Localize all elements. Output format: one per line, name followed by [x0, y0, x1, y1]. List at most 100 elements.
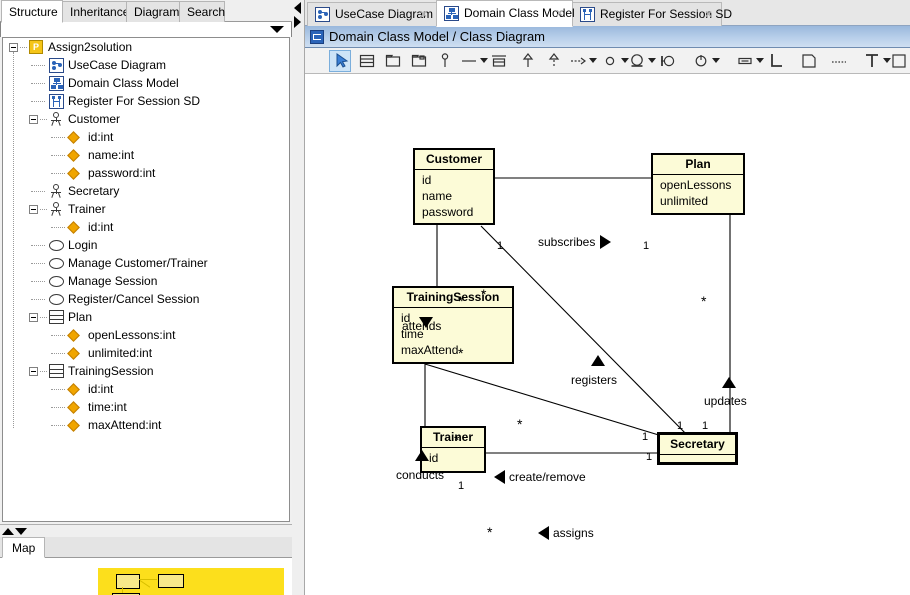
tree-expander-collapse-icon[interactable] [29, 313, 38, 322]
splitter-up-arrow-icon[interactable] [2, 528, 14, 535]
tree-item[interactable]: Secretary [3, 182, 289, 200]
uml-class-customer[interactable]: Customeridnamepassword [413, 148, 495, 225]
tree-connector [51, 407, 65, 409]
chevron-down-icon[interactable] [270, 26, 284, 33]
editor-tab-domain-class-model[interactable]: Domain Class Model× [436, 0, 573, 27]
editor-tab-register-for-session-sd[interactable]: Register For Session SD× [572, 2, 722, 26]
tree-item-label: Register For Session SD [68, 92, 200, 110]
tree-expander-collapse-icon[interactable] [29, 205, 38, 214]
sequence-diagram-icon [580, 7, 595, 22]
structure-tree[interactable]: PAssign2solutionUseCase DiagramDomain Cl… [2, 37, 290, 522]
tree-item[interactable]: name:int [3, 146, 289, 164]
tree-item-label: Trainer [68, 200, 106, 218]
diagram-canvas-scroll[interactable]: 1 Plan --> CustomeridnamepasswordPlanope… [305, 74, 910, 595]
package-tool[interactable] [384, 50, 402, 72]
close-icon[interactable]: × [556, 1, 563, 25]
interface-tool[interactable] [601, 50, 619, 72]
map-mini-link [122, 587, 123, 593]
object-tool[interactable] [736, 50, 754, 72]
tree-item-label: Assign2solution [48, 38, 132, 56]
tree-item-label: id:int [88, 380, 113, 398]
tab-map[interactable]: Map [2, 537, 45, 558]
text-tool[interactable] [863, 50, 881, 72]
class-tool[interactable] [358, 50, 376, 72]
tree-item[interactable]: Plan [3, 308, 289, 326]
close-icon[interactable]: × [420, 3, 427, 25]
association-label-create-remove[interactable]: create/remove [509, 470, 586, 484]
multiplicity: * [454, 435, 459, 445]
tree-expander-collapse-icon[interactable] [9, 43, 18, 52]
tree-item[interactable]: Register For Session SD [3, 92, 289, 110]
pin-tool[interactable] [436, 50, 454, 72]
tab-search[interactable]: Search [179, 1, 225, 22]
actor-icon [49, 202, 63, 217]
tree-item-label: UseCase Diagram [68, 56, 166, 74]
uml-class-secretary[interactable]: Secretary [657, 432, 738, 465]
map-overview-panel[interactable] [0, 558, 292, 595]
horizontal-splitter[interactable] [0, 524, 292, 537]
association-tool-dropdown-caret-icon[interactable] [480, 58, 488, 63]
collaboration-tool[interactable] [628, 50, 646, 72]
tree-item[interactable]: UseCase Diagram [3, 56, 289, 74]
dependency-tool[interactable] [569, 50, 587, 72]
uml-class-attributes [660, 455, 735, 459]
tree-item-label: id:int [88, 128, 113, 146]
note-anchor-tool[interactable] [830, 50, 848, 72]
select-tool[interactable] [332, 50, 350, 72]
tree-item[interactable]: id:int [3, 218, 289, 236]
tree-item[interactable]: id:int [3, 128, 289, 146]
tree-item[interactable]: Domain Class Model [3, 74, 289, 92]
tree-expander-collapse-icon[interactable] [29, 367, 38, 376]
tab-inheritance[interactable]: Inheritance [62, 1, 127, 22]
vertical-splitter[interactable] [292, 0, 305, 595]
association-label-conducts[interactable]: conducts [396, 468, 444, 482]
generalization-tool[interactable] [519, 50, 537, 72]
splitter-left-arrow-icon[interactable] [294, 2, 301, 14]
association-label-subscribes[interactable]: subscribes [538, 235, 595, 249]
provided-interface-tool[interactable] [658, 50, 676, 72]
uml-class-trainer[interactable]: Trainerid [420, 426, 486, 473]
rectangle-tool[interactable] [890, 50, 908, 72]
tree-item[interactable]: maxAttend:int [3, 416, 289, 434]
diagram-canvas[interactable]: Customeridnamepassword PlanopenLessonsunl… [305, 74, 910, 595]
map-tabstrip: Map [0, 537, 292, 558]
note-tool[interactable] [800, 50, 818, 72]
object-tool-dropdown-caret-icon[interactable] [756, 58, 764, 63]
close-icon[interactable]: × [705, 3, 712, 25]
tree-item[interactable]: Login [3, 236, 289, 254]
attribute-icon [67, 167, 80, 180]
splitter-right-arrow-icon[interactable] [294, 16, 301, 28]
association-label-assigns[interactable]: assigns [553, 526, 594, 540]
tree-item[interactable]: password:int [3, 164, 289, 182]
association-tool[interactable] [460, 50, 478, 72]
tab-structure[interactable]: Structure [1, 0, 63, 23]
required-interface-tool[interactable] [692, 50, 710, 72]
tree-item[interactable]: PAssign2solution [3, 38, 289, 56]
arrowhead-assigns [538, 526, 549, 540]
collaboration-tool-dropdown-caret-icon[interactable] [648, 58, 656, 63]
subsystem-tool[interactable] [410, 50, 428, 72]
uml-class-plan[interactable]: PlanopenLessonsunlimited [651, 153, 745, 215]
tree-item[interactable]: Manage Customer/Trainer [3, 254, 289, 272]
tree-item[interactable]: TrainingSession [3, 362, 289, 380]
left-panel-tabstrip: StructureInheritanceDiagramSearch [0, 0, 292, 22]
tab-diagram[interactable]: Diagram [126, 1, 180, 22]
tree-item[interactable]: unlimited:int [3, 344, 289, 362]
association-class-tool[interactable] [490, 50, 508, 72]
required-interface-tool-dropdown-caret-icon[interactable] [712, 58, 720, 63]
association-label-updates[interactable]: updates [704, 394, 747, 408]
tree-expander-collapse-icon[interactable] [29, 115, 38, 124]
realization-tool[interactable] [545, 50, 563, 72]
association-label-registers[interactable]: registers [571, 373, 617, 387]
link-tool[interactable] [767, 50, 785, 72]
tree-item[interactable]: Trainer [3, 200, 289, 218]
dependency-tool-dropdown-caret-icon[interactable] [589, 58, 597, 63]
tree-item[interactable]: Manage Session [3, 272, 289, 290]
tree-item[interactable]: id:int [3, 380, 289, 398]
tree-item[interactable]: time:int [3, 398, 289, 416]
editor-tab-usecase-diagram[interactable]: UseCase Diagram× [307, 2, 437, 26]
splitter-down-arrow-icon[interactable] [15, 528, 27, 535]
tree-item[interactable]: Customer [3, 110, 289, 128]
tree-item[interactable]: openLessons:int [3, 326, 289, 344]
tree-item[interactable]: Register/Cancel Session [3, 290, 289, 308]
